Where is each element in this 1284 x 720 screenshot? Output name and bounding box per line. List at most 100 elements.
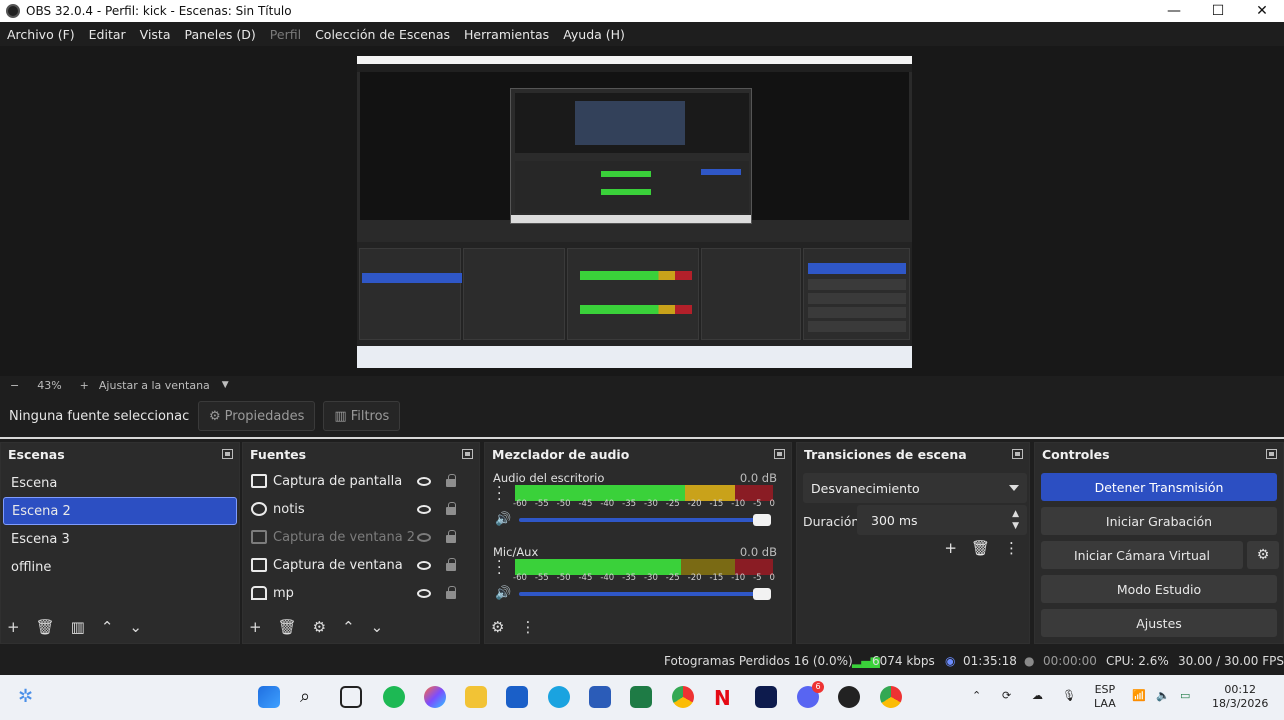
program-preview[interactable] [357, 56, 912, 368]
wifi-icon[interactable]: 📶 [1132, 689, 1146, 703]
transition-select[interactable]: Desvanecimiento [803, 473, 1027, 503]
menu-editar[interactable]: Editar [82, 27, 133, 42]
chevron-down-icon[interactable]: ⌄ [129, 618, 142, 636]
chevron-up-icon[interactable]: ⌃ [101, 618, 114, 636]
add-transition-icon[interactable]: + [944, 539, 957, 557]
add-scene-icon[interactable]: + [7, 618, 20, 636]
volume-slider-knob[interactable] [753, 514, 771, 526]
start-recording-button[interactable]: Iniciar Grabación [1041, 507, 1277, 535]
gear-icon[interactable]: ⚙ [313, 618, 326, 636]
lock-icon[interactable] [446, 586, 456, 599]
advanced-audio-icon[interactable]: ⚙ [491, 618, 504, 636]
transition-menu-icon[interactable]: ⋮ [1004, 539, 1019, 557]
start-virtual-cam-button[interactable]: Iniciar Cámara Virtual [1041, 541, 1243, 569]
search-icon[interactable]: ⌕ [300, 686, 322, 708]
undock-icon[interactable] [1266, 449, 1277, 459]
copilot-icon[interactable] [424, 686, 446, 708]
file-explorer-icon[interactable] [465, 686, 487, 708]
undock-icon[interactable] [222, 449, 233, 459]
settings-button[interactable]: Ajustes [1041, 609, 1277, 637]
trash-icon[interactable]: 🗑 [971, 539, 990, 557]
chrome-icon[interactable] [672, 686, 694, 708]
scene-item[interactable]: Escena 3 [3, 525, 237, 553]
volume-slider[interactable] [519, 514, 771, 526]
source-item[interactable]: Captura de pantalla [243, 467, 473, 495]
filters-button[interactable]: ▥ Filtros [323, 401, 401, 431]
speaker-icon[interactable]: 🔊 [495, 586, 511, 601]
scene-item[interactable]: Escena [3, 469, 237, 497]
undock-icon[interactable] [1012, 449, 1023, 459]
source-item-hidden[interactable]: Captura de ventana 2 [243, 523, 473, 551]
preview-area[interactable] [0, 46, 1284, 376]
netflix-icon[interactable]: N [714, 686, 736, 710]
zoom-out-button[interactable]: − [10, 379, 19, 392]
zoom-dropdown-icon[interactable]: ▼ [222, 380, 229, 390]
studio-mode-button[interactable]: Modo Estudio [1041, 575, 1277, 603]
disney-icon[interactable] [755, 686, 777, 708]
trash-icon[interactable]: 🗑 [36, 618, 55, 636]
chevron-up-icon[interactable]: ⌃ [972, 689, 981, 703]
channel-menu-icon[interactable]: · · · [497, 555, 503, 581]
menu-archivo[interactable]: Archivo (F) [0, 27, 82, 42]
word-icon[interactable] [589, 686, 611, 708]
lock-icon[interactable] [446, 474, 456, 487]
filter-icon[interactable]: ▥ [71, 618, 85, 636]
virtual-cam-settings-icon[interactable]: ⚙ [1247, 541, 1279, 569]
scene-item[interactable]: offline [3, 553, 237, 581]
mixer-menu-icon[interactable]: ⋮ [520, 618, 535, 636]
trash-icon[interactable]: 🗑 [278, 618, 297, 636]
menu-perfil[interactable]: Perfil [263, 27, 308, 42]
eye-icon[interactable] [417, 476, 431, 486]
windows-start-icon[interactable] [258, 686, 280, 708]
eye-icon[interactable] [417, 504, 431, 514]
spinner-icon[interactable]: ▲ ▼ [1012, 508, 1019, 532]
sync-icon[interactable]: ⟳ [1002, 689, 1011, 703]
cloud-icon[interactable]: ☁ [1032, 689, 1043, 703]
volume-slider-knob[interactable] [753, 588, 771, 600]
menu-paneles[interactable]: Paneles (D) [178, 27, 263, 42]
eye-icon[interactable] [417, 588, 431, 598]
close-button[interactable]: ✕ [1240, 0, 1284, 22]
menu-vista[interactable]: Vista [133, 27, 178, 42]
volume-slider[interactable] [519, 588, 771, 600]
lock-icon[interactable] [446, 530, 456, 543]
battery-icon[interactable]: ▭ [1180, 689, 1190, 703]
undock-icon[interactable] [462, 449, 473, 459]
maximize-button[interactable]: ☐ [1196, 0, 1240, 22]
chrome-profile-icon[interactable] [880, 686, 902, 708]
channel-menu-icon[interactable]: · · · [497, 481, 503, 507]
fit-window-label[interactable]: Ajustar a la ventana [99, 379, 210, 392]
clock[interactable]: 00:12 18/3/2026 [1212, 683, 1268, 711]
zoom-in-button[interactable]: + [80, 379, 89, 392]
menu-ayuda[interactable]: Ayuda (H) [556, 27, 632, 42]
dock-splitter[interactable] [0, 437, 1284, 439]
minimize-button[interactable]: — [1152, 0, 1196, 22]
task-view-icon[interactable] [340, 686, 362, 708]
menu-herramientas[interactable]: Herramientas [457, 27, 556, 42]
obs-icon[interactable] [838, 686, 860, 708]
widgets-icon[interactable]: ✲ [18, 686, 40, 708]
spotify-icon[interactable] [383, 686, 405, 708]
chevron-up-icon[interactable]: ⌃ [342, 618, 355, 636]
menu-coleccion-escenas[interactable]: Colección de Escenas [308, 27, 457, 42]
microphone-icon[interactable]: 🎙 [1062, 689, 1076, 703]
duration-input[interactable]: 300 ms ▲ ▼ [857, 505, 1027, 535]
speaker-icon[interactable]: 🔊 [495, 512, 511, 527]
store-icon[interactable] [506, 686, 528, 708]
properties-button[interactable]: ⚙ Propiedades [198, 401, 316, 431]
volume-icon[interactable]: 🔈 [1156, 689, 1170, 703]
edge-icon[interactable] [548, 686, 570, 708]
source-item[interactable]: Captura de ventana [243, 551, 473, 579]
undock-icon[interactable] [774, 449, 785, 459]
lock-icon[interactable] [446, 558, 456, 571]
source-item[interactable]: notis [243, 495, 473, 523]
stop-stream-button[interactable]: Detener Transmisión [1041, 473, 1277, 501]
eye-hidden-icon[interactable] [417, 532, 431, 542]
add-source-icon[interactable]: + [249, 618, 262, 636]
source-item[interactable]: mp [243, 579, 473, 607]
lock-icon[interactable] [446, 502, 456, 515]
eye-icon[interactable] [417, 560, 431, 570]
scene-item-selected[interactable]: Escena 2 [3, 497, 237, 525]
chevron-down-icon[interactable]: ⌄ [371, 618, 384, 636]
language-indicator[interactable]: ESP LAA [1094, 683, 1116, 711]
